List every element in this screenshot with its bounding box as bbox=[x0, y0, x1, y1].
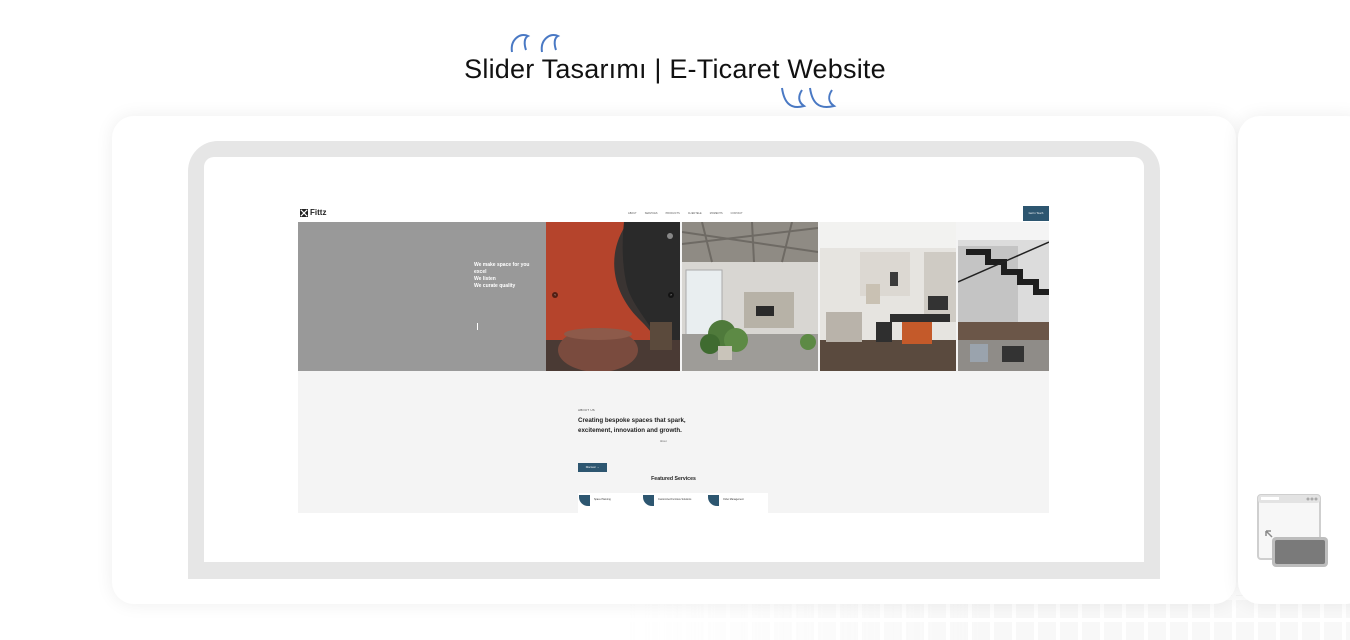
website-preview[interactable]: Fittz ABOUT SERVICES PRODUCTS CLIENTELE … bbox=[298, 205, 1049, 513]
responsive-devices-icon[interactable] bbox=[1256, 493, 1330, 569]
logo-text: Fittz bbox=[310, 208, 327, 217]
hero-tagline: We make space for you excel We listen We… bbox=[474, 262, 544, 290]
page: Slider Tasarımı | E-Ticaret Website Fitt… bbox=[0, 0, 1350, 640]
discover-button[interactable]: Discover → bbox=[578, 463, 607, 472]
slide-image-1-art bbox=[546, 222, 680, 371]
slider-next-arrow[interactable]: › bbox=[668, 292, 674, 298]
nav-link-about[interactable]: ABOUT bbox=[628, 212, 637, 215]
service-card[interactable]: Order Management bbox=[707, 495, 767, 511]
get-in-touch-button[interactable]: Get In Touch bbox=[1023, 206, 1049, 221]
slide-image-4-art bbox=[958, 222, 1049, 371]
hero-text-panel bbox=[298, 222, 546, 371]
about-heading: Creating bespoke spaces that spark, exci… bbox=[578, 417, 686, 434]
slide-image-3-art bbox=[820, 222, 956, 371]
slider-prev-arrow[interactable]: ‹ bbox=[552, 292, 558, 298]
service-label: Space Planning bbox=[594, 498, 611, 501]
slide-image-2-art bbox=[682, 222, 818, 371]
about-note: About bbox=[660, 440, 667, 443]
services-row: Space Planning Customized Furniture Solu… bbox=[578, 493, 768, 513]
service-shape-icon bbox=[579, 495, 590, 506]
service-card[interactable]: Customized Furniture Solutions bbox=[642, 495, 702, 511]
slide-image-3 bbox=[820, 222, 956, 371]
title-area: Slider Tasarımı | E-Ticaret Website bbox=[0, 14, 1350, 108]
site-logo[interactable]: Fittz bbox=[300, 208, 326, 217]
quote-close-icon bbox=[781, 87, 837, 108]
site-navbar: Fittz ABOUT SERVICES PRODUCTS CLIENTELE … bbox=[298, 205, 1049, 222]
featured-services-title: Featured Services bbox=[651, 476, 696, 482]
about-kicker: ABOUT US bbox=[578, 408, 595, 412]
hero-line: We make space for you bbox=[474, 262, 530, 268]
hero-slider: We make space for you excel We listen We… bbox=[298, 222, 1049, 371]
nav-link-clientele[interactable]: CLIENTELE bbox=[688, 212, 702, 215]
hero-line: excel bbox=[474, 269, 487, 275]
service-shape-icon bbox=[643, 495, 654, 506]
hero-line: We listen bbox=[474, 276, 496, 282]
nav-link-contact[interactable]: CONTACT bbox=[731, 212, 743, 215]
nav-link-services[interactable]: SERVICES bbox=[645, 212, 658, 215]
service-shape-icon bbox=[708, 495, 719, 506]
slider-indicator[interactable] bbox=[477, 323, 478, 330]
slide-image-2 bbox=[682, 222, 818, 371]
nav-link-products[interactable]: PRODUCTS bbox=[666, 212, 680, 215]
service-label: Customized Furniture Solutions bbox=[658, 498, 692, 501]
nav-link-moments[interactable]: MOMENTS bbox=[710, 212, 723, 215]
service-label: Order Management bbox=[723, 498, 744, 501]
site-nav-links: ABOUT SERVICES PRODUCTS CLIENTELE MOMENT… bbox=[628, 212, 743, 215]
logo-mark-icon bbox=[300, 208, 308, 217]
about-section: ABOUT US Creating bespoke spaces that sp… bbox=[578, 408, 688, 435]
hero-line: We curate quality bbox=[474, 283, 516, 289]
slide-image-1: ‹ › bbox=[546, 222, 680, 371]
page-title: Slider Tasarımı | E-Ticaret Website bbox=[464, 54, 886, 84]
slide-image-4 bbox=[958, 222, 1049, 371]
service-card[interactable]: Space Planning bbox=[578, 495, 638, 511]
